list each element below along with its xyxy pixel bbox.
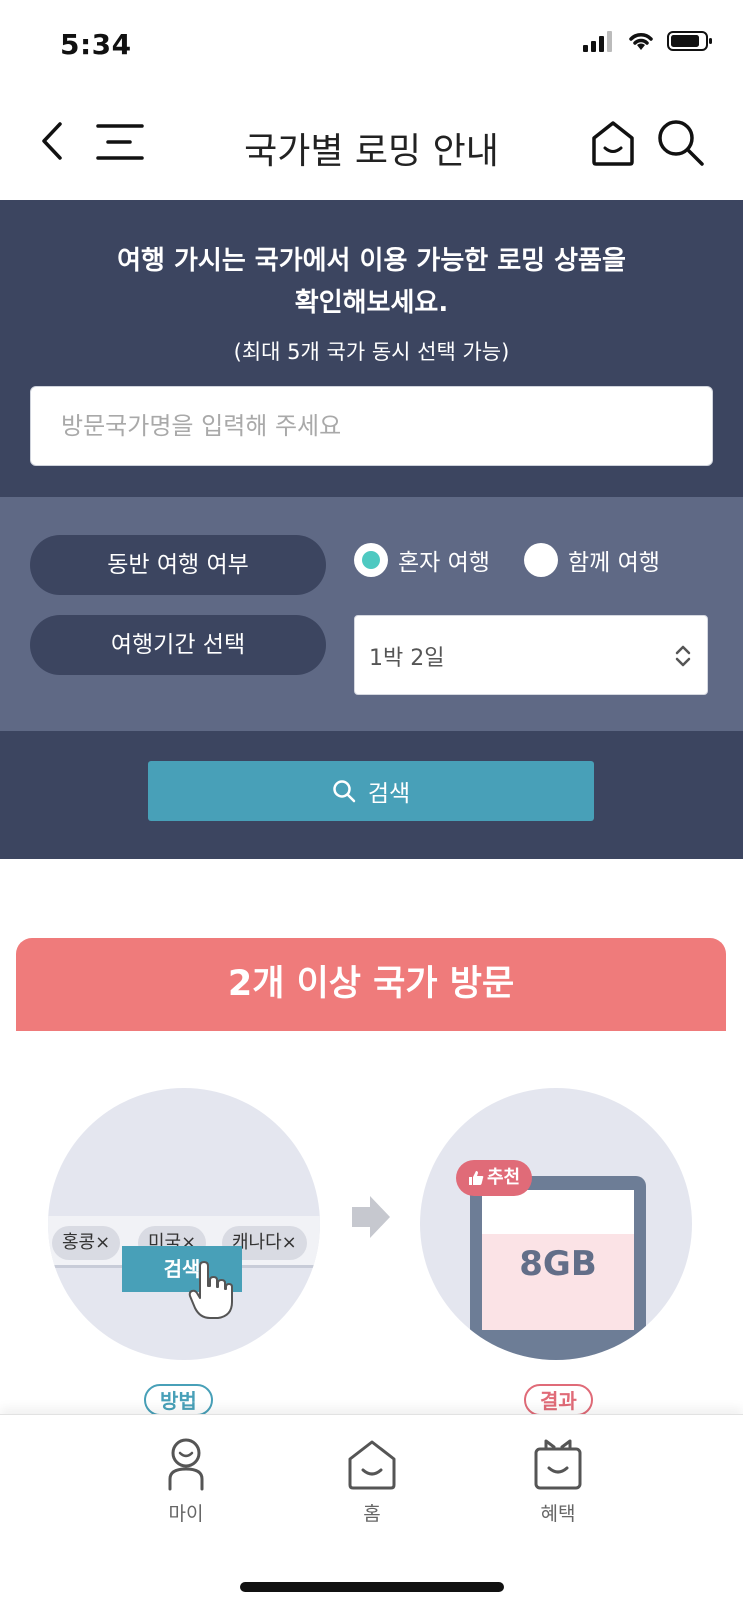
person-icon — [168, 1438, 204, 1491]
chevron-up-down-icon — [675, 645, 691, 667]
radio-travel-alone[interactable]: 혼자 여행 — [354, 535, 490, 585]
home-indicator — [240, 1582, 504, 1592]
multi-country-banner: 2개 이상 국가 방문 — [16, 938, 726, 1031]
search-icon — [333, 780, 356, 803]
step-label-method: 방법 — [144, 1384, 213, 1416]
search-panel-top: 여행 가시는 국가에서 이용 가능한 로밍 상품을 확인해보세요. (최대 5개… — [0, 200, 743, 497]
radio-checked-icon — [354, 543, 388, 577]
arrow-right-icon — [352, 1196, 390, 1238]
headline-line-2: 확인해보세요. — [294, 288, 449, 318]
result-card-top — [482, 1190, 634, 1234]
tab-my[interactable]: 마이 — [136, 1437, 236, 1526]
search-button[interactable]: 검색 — [148, 761, 594, 821]
wifi-icon — [629, 33, 653, 50]
home-icon[interactable] — [588, 118, 638, 168]
result-card: 8GB — [470, 1176, 646, 1360]
home-icon — [348, 1440, 396, 1490]
result-data-amount: 8GB — [519, 1244, 597, 1284]
status-time: 5:34 — [60, 28, 132, 61]
country-search-input[interactable] — [30, 386, 713, 466]
max-country-note: (최대 5개 국가 동시 선택 가능) — [233, 340, 510, 364]
cellular-signal-icon — [583, 31, 612, 52]
bottom-tab-bar: 마이 홈 혜택 — [0, 1414, 743, 1609]
recommend-badge: 추천 — [456, 1160, 533, 1196]
radio-unchecked-icon — [524, 543, 558, 577]
status-bar: 5:34 — [0, 0, 743, 96]
battery-icon — [667, 31, 712, 51]
search-icon[interactable] — [654, 116, 708, 170]
period-label: 여행기간 선택 — [30, 615, 326, 675]
radio-label: 함께 여행 — [568, 550, 660, 576]
radio-travel-together[interactable]: 함께 여행 — [524, 535, 660, 585]
search-headline: 여행 가시는 국가에서 이용 가능한 로밍 상품을 확인해보세요. — [0, 240, 743, 324]
search-options: 동반 여행 여부 혼자 여행 함께 여행 여행기간 선택 1박 2일 — [0, 497, 743, 731]
tab-label: 홈 — [363, 1503, 381, 1525]
pointing-hand-icon — [188, 1261, 233, 1319]
tab-home[interactable]: 홈 — [322, 1437, 422, 1526]
period-select[interactable]: 1박 2일 — [354, 615, 708, 695]
method-illustration: 홍콩× 미국× 캐나다× 검색 — [48, 1088, 320, 1360]
companion-label: 동반 여행 여부 — [30, 535, 326, 595]
period-value: 1박 2일 — [369, 646, 445, 671]
tab-benefit[interactable]: 혜택 — [508, 1437, 608, 1526]
tab-label: 마이 — [168, 1503, 204, 1525]
headline-line-1: 여행 가시는 국가에서 이용 가능한 로밍 상품을 — [117, 246, 626, 276]
radio-label: 혼자 여행 — [398, 550, 490, 576]
search-button-label: 검색 — [367, 781, 411, 807]
status-icons — [583, 30, 713, 52]
nav-header: 국가별 로밍 안내 — [0, 96, 743, 200]
result-illustration: 8GB 추천 — [420, 1088, 692, 1360]
search-panel-bottom: 검색 — [0, 731, 743, 859]
step-label-result: 결과 — [524, 1384, 593, 1416]
recommend-label: 추천 — [487, 1167, 521, 1188]
country-tag: 홍콩× — [52, 1226, 121, 1260]
thumbs-up-icon — [469, 1171, 484, 1185]
gift-icon — [534, 1439, 582, 1490]
tab-label: 혜택 — [540, 1503, 576, 1525]
